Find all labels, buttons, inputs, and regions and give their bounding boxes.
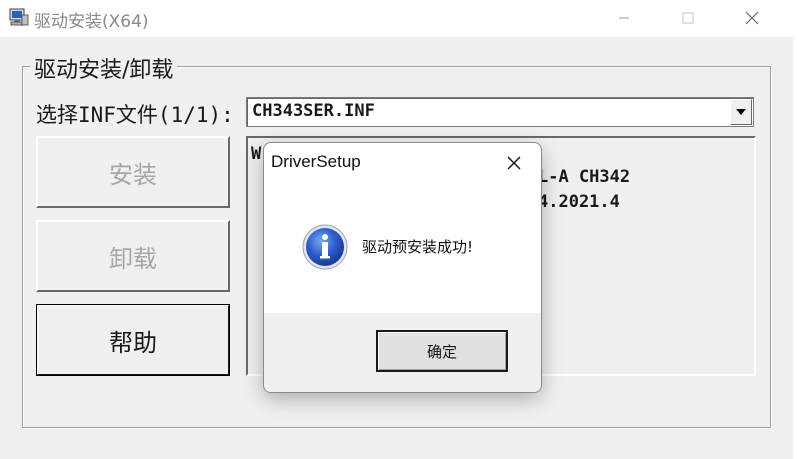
- help-button[interactable]: 帮助: [36, 304, 230, 376]
- info-line: 4.2021.4: [538, 192, 620, 212]
- maximize-button[interactable]: [659, 0, 717, 36]
- groupbox-label: 驱动安装/卸载: [30, 52, 178, 84]
- ok-button[interactable]: 确定: [376, 330, 508, 372]
- window-edge: [793, 37, 797, 459]
- window-title: 驱动安装(X64): [34, 12, 149, 32]
- maximize-icon: [682, 12, 694, 24]
- minimize-button[interactable]: [595, 0, 653, 36]
- dropdown-button[interactable]: [730, 99, 752, 125]
- install-button[interactable]: 安装: [36, 136, 230, 208]
- info-line: W: [251, 144, 262, 164]
- app-icon: [9, 8, 29, 26]
- inf-file-select[interactable]: CH343SER.INF: [246, 97, 754, 127]
- dialog-message: 驱动预安装成功!: [362, 238, 474, 256]
- inf-selected-value: CH343SER.INF: [252, 101, 375, 121]
- title-bar[interactable]: 驱动安装(X64): [0, 0, 797, 37]
- inf-select-label: 选择INF文件(1/1):: [36, 103, 234, 127]
- info-line: L-A CH342: [538, 167, 631, 187]
- dialog-footer: 确定: [264, 313, 541, 392]
- close-window-button[interactable]: [723, 0, 781, 36]
- close-icon: [507, 156, 521, 170]
- close-icon: [745, 11, 759, 25]
- dialog-close-button[interactable]: [498, 149, 530, 177]
- driver-setup-dialog: DriverSetup 驱动预安装成功! 确定: [263, 142, 542, 393]
- minimize-icon: [619, 17, 629, 19]
- uninstall-button[interactable]: 卸载: [36, 220, 230, 292]
- dialog-title: DriverSetup: [271, 152, 361, 171]
- chevron-down-icon: [736, 109, 746, 115]
- information-icon: [302, 224, 348, 270]
